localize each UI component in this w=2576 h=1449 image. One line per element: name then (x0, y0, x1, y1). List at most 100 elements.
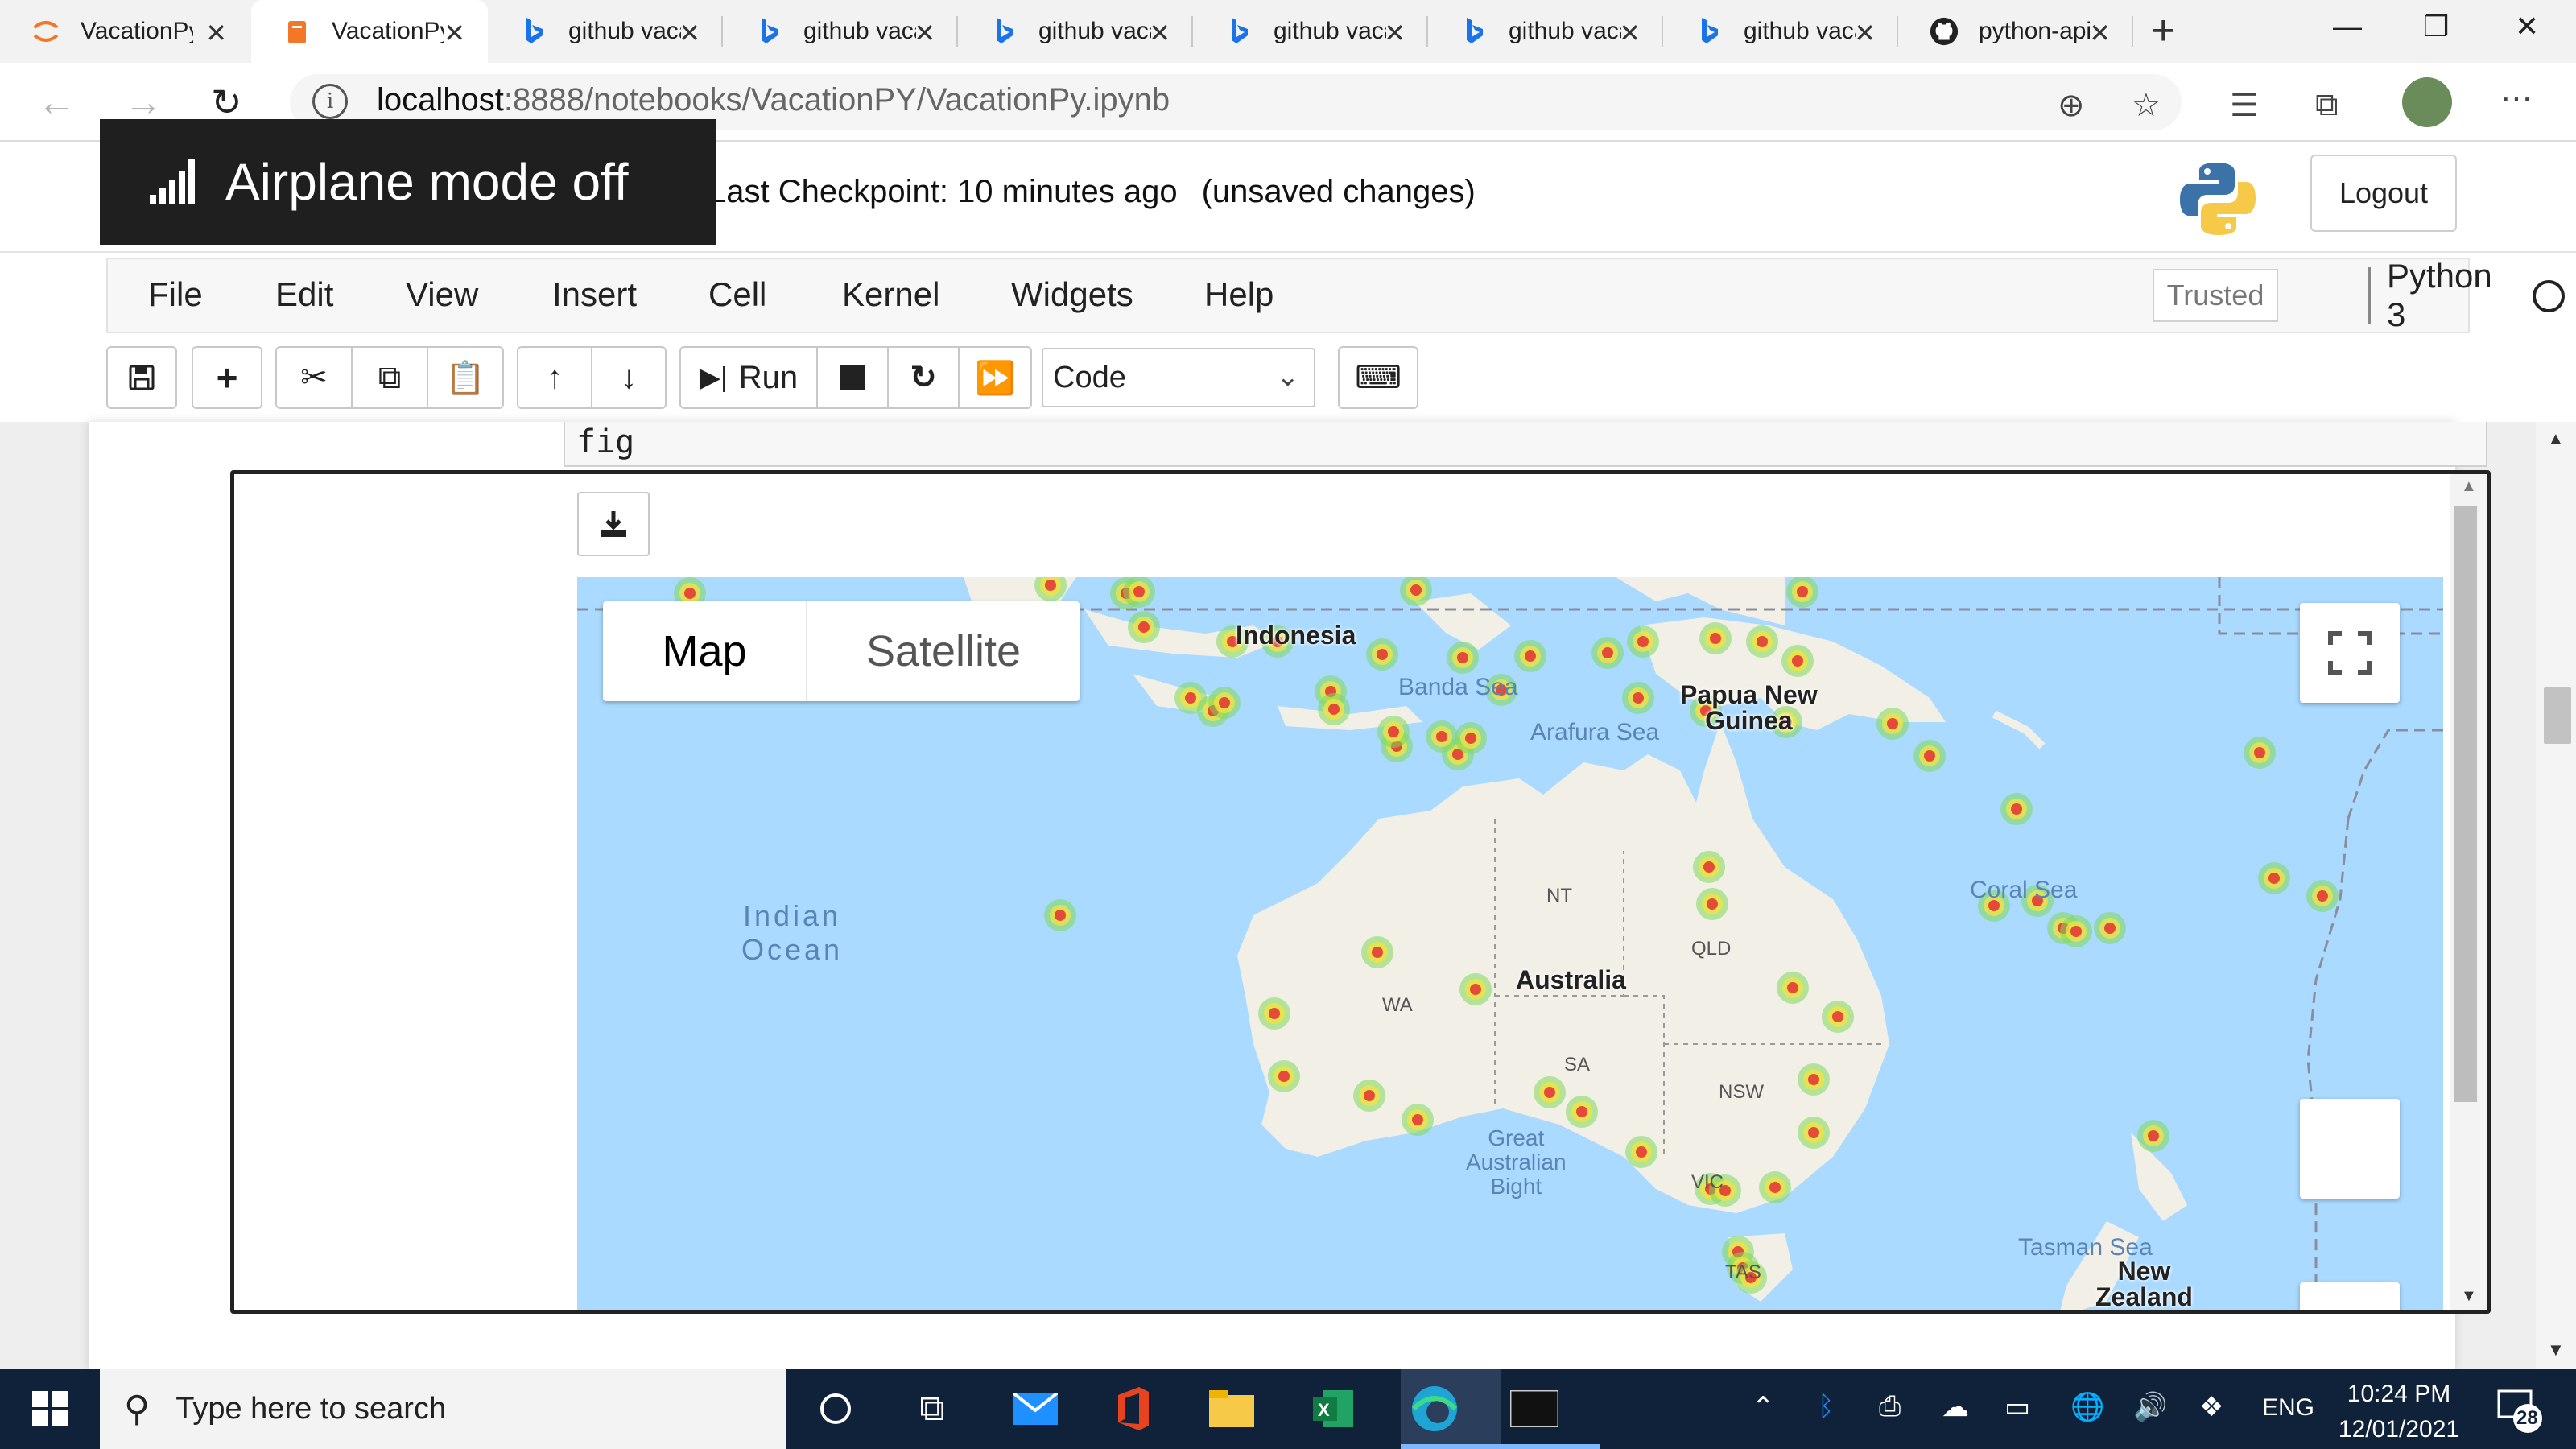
menu-widgets[interactable]: Widgets (1011, 275, 1133, 314)
code-cell-input[interactable]: fig (564, 422, 2487, 467)
close-icon[interactable]: ✕ (1619, 18, 1641, 48)
move-down-button[interactable]: ↓ (591, 346, 667, 409)
close-icon[interactable]: ✕ (2089, 18, 2111, 48)
bing-icon (1459, 16, 1489, 47)
onedrive-cloud-icon[interactable]: ☁ (1942, 1391, 1969, 1423)
more-icon[interactable]: ⋯ (2500, 80, 2533, 118)
terminal-icon[interactable] (1510, 1385, 1558, 1433)
dropbox-icon[interactable]: ❖ (2199, 1391, 2223, 1423)
google-map[interactable]: Indian Ocean Indonesia Banda Sea Arafura … (577, 577, 2443, 1310)
page-scroll-up-icon[interactable]: ▲ (2547, 428, 2565, 449)
show-hidden-icons-chevron-icon[interactable]: ⌃ (1752, 1391, 1775, 1423)
menu-cell[interactable]: Cell (708, 275, 766, 314)
tab-github-vacation-2[interactable]: github vacation ✕ (723, 0, 958, 63)
new-tab-button[interactable]: + (2151, 6, 2175, 55)
tab-github-vacation-5[interactable]: github vacation ✕ (1428, 0, 1663, 63)
menu-insert[interactable]: Insert (552, 275, 637, 314)
page-scrollbar[interactable]: ▲ ▼ (2536, 422, 2576, 1368)
mail-icon[interactable] (1011, 1385, 1059, 1433)
window-close-icon[interactable]: ✕ (2515, 10, 2539, 43)
menu-edit[interactable]: Edit (275, 275, 333, 314)
volume-icon[interactable]: 🔊 (2133, 1391, 2167, 1423)
tab-vacationpy-1[interactable]: VacationPy ✕ (0, 0, 250, 63)
heat-point (1625, 1136, 1657, 1168)
tab-github-vacation-3[interactable]: github vacation ✕ (958, 0, 1193, 63)
close-icon[interactable]: ✕ (679, 18, 700, 48)
close-icon[interactable]: ✕ (1384, 18, 1406, 48)
fullscreen-button[interactable] (2300, 603, 2400, 703)
menu-kernel[interactable]: Kernel (842, 275, 939, 314)
restart-button[interactable]: ↻ (887, 346, 960, 409)
map-view-button[interactable]: Map (603, 601, 806, 701)
zoom-icon[interactable]: ⊕ (2058, 87, 2085, 124)
download-widget-button[interactable] (577, 492, 650, 556)
scroll-down-icon[interactable]: ▼ (2461, 1287, 2477, 1306)
tab-vacationpy-2[interactable]: VacationPy ✕ (251, 0, 488, 63)
tab-github-vacation-4[interactable]: github vacation ✕ (1193, 0, 1428, 63)
battery-icon[interactable]: ▭ (2004, 1391, 2030, 1423)
file-explorer-icon[interactable] (1208, 1385, 1256, 1433)
tab-github-vacation-6[interactable]: github vacation ✕ (1663, 0, 1898, 63)
restart-run-all-button[interactable]: ⏩ (958, 346, 1032, 409)
restore-icon[interactable]: ❐ (2423, 10, 2449, 43)
save-button[interactable] (106, 346, 177, 409)
satellite-view-button[interactable]: Satellite (806, 601, 1080, 701)
profile-avatar[interactable] (2402, 77, 2452, 127)
collections-icon[interactable]: ⧉ (2315, 87, 2339, 123)
cell-type-select[interactable]: Code ⌄ (1042, 348, 1315, 407)
forward-icon[interactable]: → (124, 80, 163, 125)
minimize-icon[interactable]: — (2333, 10, 2362, 43)
start-windows-icon[interactable] (26, 1385, 74, 1433)
excel-icon[interactable]: X (1309, 1385, 1357, 1433)
back-icon[interactable]: ← (37, 80, 76, 125)
paste-button[interactable]: 📋 (427, 346, 504, 409)
tab-github-vacation-1[interactable]: github vacation ✕ (488, 0, 723, 63)
interrupt-button[interactable] (816, 346, 889, 409)
logout-button[interactable]: Logout (2310, 155, 2457, 232)
insert-cell-button[interactable]: + (192, 346, 262, 409)
notification-center-button[interactable]: 28 (2496, 1386, 2544, 1435)
system-clock[interactable]: 10:24 PM 12/01/2021 (2318, 1377, 2479, 1447)
bluetooth-icon[interactable]: ᛒ (1818, 1391, 1834, 1422)
task-view-icon[interactable]: ⧉ (908, 1385, 956, 1433)
zoom-control[interactable] (2300, 1282, 2400, 1310)
close-icon[interactable]: ✕ (444, 18, 465, 48)
refresh-icon[interactable]: ↻ (211, 80, 242, 124)
street-view-pegman-button[interactable] (2300, 1099, 2400, 1199)
run-button[interactable]: ▶| Run (679, 346, 818, 409)
heat-point (2137, 1120, 2169, 1152)
menu-help[interactable]: Help (1204, 275, 1274, 314)
output-scrollbar-thumb[interactable] (2454, 506, 2477, 1102)
menu-view[interactable]: View (406, 275, 478, 314)
scroll-up-icon[interactable]: ▲ (2461, 477, 2477, 496)
copy-button[interactable]: ⧉ (351, 346, 428, 409)
close-icon[interactable]: ✕ (914, 18, 935, 48)
site-info-icon[interactable]: i (312, 84, 348, 119)
tab-title: VacationPy (80, 18, 193, 44)
move-up-button[interactable]: ↑ (517, 346, 592, 409)
keyboard-icon: ⌨ (1355, 360, 1402, 395)
url-text[interactable]: localhost:8888/notebooks/VacationPY/Vaca… (377, 82, 1170, 118)
network-globe-icon[interactable]: 🌐 (2070, 1391, 2104, 1423)
output-scrollbar[interactable]: ▲ ▼ (2450, 474, 2487, 1310)
close-icon[interactable]: ✕ (1854, 18, 1876, 48)
tab-title: github vacation (1509, 18, 1621, 44)
tab-python-api[interactable]: python-api ✕ (1898, 0, 2133, 63)
close-icon[interactable]: ✕ (205, 18, 227, 48)
command-palette-button[interactable]: ⌨ (1338, 346, 1418, 409)
taskbar-search-box[interactable]: ⚲ Type here to search (100, 1368, 786, 1449)
language-indicator[interactable]: ENG (2262, 1394, 2314, 1422)
office-icon[interactable] (1109, 1385, 1158, 1433)
menu-file[interactable]: File (148, 275, 203, 314)
edge-browser-icon[interactable] (1410, 1385, 1459, 1433)
favorite-star-icon[interactable]: ☆ (2132, 87, 2161, 124)
cortana-icon[interactable] (811, 1385, 860, 1433)
trusted-indicator[interactable]: Trusted (2153, 269, 2278, 322)
kernel-name[interactable]: Python 3 (2368, 257, 2492, 333)
page-scrollbar-thumb[interactable] (2544, 687, 2571, 744)
cut-button[interactable]: ✂ (275, 346, 353, 409)
favorites-list-icon[interactable]: ☰ (2230, 87, 2259, 124)
page-scroll-down-icon[interactable]: ▼ (2547, 1340, 2565, 1360)
close-icon[interactable]: ✕ (1149, 18, 1170, 48)
meet-now-icon[interactable]: ⎙ (1879, 1391, 1901, 1422)
